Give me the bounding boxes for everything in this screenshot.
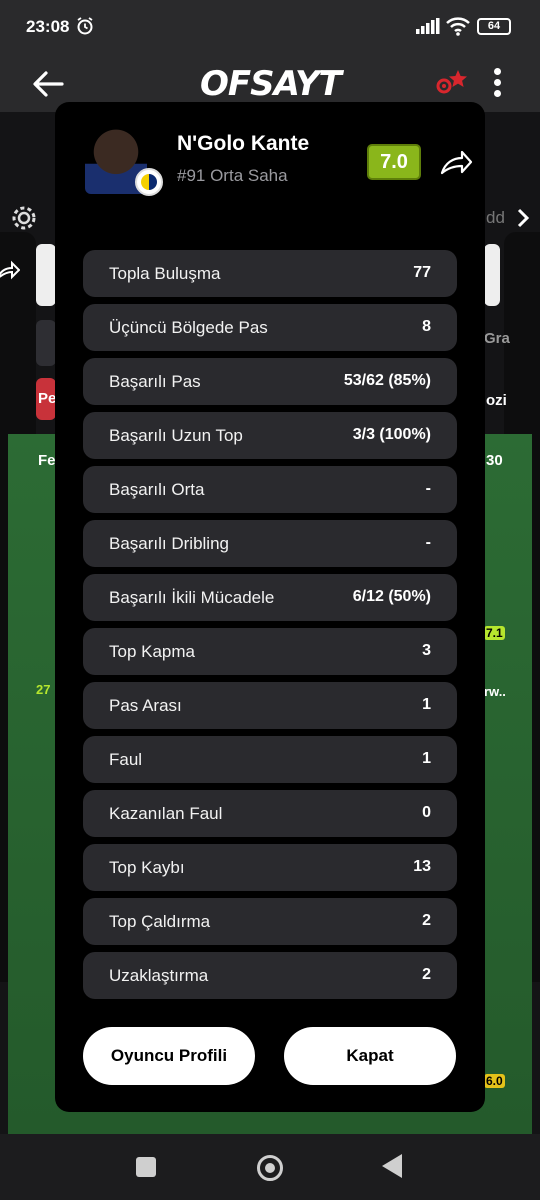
player-header: N'Golo Kante #91 Orta Saha 7.0 (85, 126, 473, 196)
stat-label: Üçüncü Bölgede Pas (109, 318, 268, 337)
player-rating-badge: 7.0 (367, 144, 421, 180)
bg-rating-badge: 7.1 (484, 626, 505, 640)
stat-label: Başarılı Uzun Top (109, 426, 243, 445)
bg-text: 27 (36, 682, 51, 697)
bg-text: rw.. (484, 684, 506, 699)
recents-icon[interactable] (136, 1157, 156, 1177)
stat-label: Başarılı Orta (109, 480, 205, 499)
stat-value: - (425, 534, 431, 551)
stat-row: Top Çaldırma 2 (83, 898, 457, 945)
stat-row: Top Kapma 3 (83, 628, 457, 675)
signal-icon (416, 18, 440, 34)
nav-back-icon[interactable] (382, 1154, 402, 1178)
app-logo: OFSAYT (200, 64, 342, 104)
status-time: 23:08 (26, 17, 70, 36)
bg-team-chip (36, 320, 56, 366)
alarm-icon (77, 17, 93, 35)
wifi-icon (446, 17, 470, 36)
stats-list: Topla Buluşma 77 Üçüncü Bölgede Pas 8 Başa… (83, 250, 457, 1006)
stat-value: 77 (413, 264, 431, 281)
home-icon[interactable] (257, 1155, 283, 1181)
club-badge-icon (135, 168, 163, 196)
stat-row: Başarılı Uzun Top 3/3 (100%) (83, 412, 457, 459)
stat-value: 8 (422, 318, 431, 335)
stat-value: - (425, 480, 431, 497)
favorite-settings-icon[interactable] (434, 68, 470, 96)
back-arrow-icon[interactable] (30, 66, 66, 102)
status-bar: 23:08 64 (0, 0, 540, 56)
more-menu-icon[interactable] (494, 68, 502, 98)
chevron-right-icon[interactable] (516, 208, 530, 228)
stat-value: 3/3 (100%) (352, 426, 431, 443)
stat-value: 53/62 (85%) (343, 372, 431, 389)
share-icon[interactable] (439, 146, 473, 180)
stat-row: Faul 1 (83, 736, 457, 783)
stat-row: Üçüncü Bölgede Pas 8 (83, 304, 457, 351)
stat-value: 3 (422, 642, 431, 659)
battery-indicator: 64 (477, 18, 511, 35)
stat-label: Top Kaybı (109, 858, 185, 877)
stat-row: Topla Buluşma 77 (83, 250, 457, 297)
bg-text: Fe (38, 452, 56, 469)
player-name: N'Golo Kante (177, 132, 310, 155)
system-nav-bar (0, 1134, 540, 1200)
stat-row: Başarılı Orta - (83, 466, 457, 513)
stat-label: Pas Arası (109, 696, 182, 715)
stat-row: Başarılı Dribling - (83, 520, 457, 567)
stat-row: Uzaklaştırma 2 (83, 952, 457, 999)
stat-value: 1 (422, 696, 431, 713)
close-button[interactable]: Kapat (284, 1027, 456, 1085)
stat-value: 0 (422, 804, 431, 821)
stat-value: 1 (422, 750, 431, 767)
gear-icon[interactable] (10, 204, 38, 232)
stat-row: Pas Arası 1 (83, 682, 457, 729)
bg-left-panel (36, 244, 56, 306)
stat-value: 2 (422, 966, 431, 983)
stat-label: Başarılı Pas (109, 372, 201, 391)
stat-label: Faul (109, 750, 143, 769)
share-icon[interactable] (0, 260, 20, 284)
player-profile-button[interactable]: Oyuncu Profili (83, 1027, 255, 1085)
bg-right-panel (484, 244, 500, 306)
stat-label: Başarılı İkili Mücadele (109, 588, 275, 607)
bg-text: 30 (486, 452, 503, 469)
player-info: #91 Orta Saha (177, 166, 288, 185)
stat-row: Başarılı İkili Mücadele 6/12 (50%) (83, 574, 457, 621)
stat-label: Topla Buluşma (109, 264, 221, 283)
stat-label: Top Kapma (109, 642, 195, 661)
stat-row: Kazanılan Faul 0 (83, 790, 457, 837)
stat-value: 2 (422, 912, 431, 929)
bg-text: dd (486, 208, 505, 227)
bg-rating-badge: 6.0 (484, 1074, 505, 1088)
bg-text: Pe (38, 390, 57, 407)
bg-text: Gra (484, 330, 510, 347)
bg-text: ozi (486, 392, 507, 409)
stat-label: Uzaklaştırma (109, 966, 209, 985)
stat-label: Başarılı Dribling (109, 534, 229, 553)
stat-row: Top Kaybı 13 (83, 844, 457, 891)
player-stats-modal: N'Golo Kante #91 Orta Saha 7.0 Topla Bul… (55, 102, 485, 1112)
stat-row: Başarılı Pas 53/62 (85%) (83, 358, 457, 405)
stat-value: 13 (413, 858, 431, 875)
stat-label: Kazanılan Faul (109, 804, 223, 823)
stat-value: 6/12 (50%) (352, 588, 431, 605)
stat-label: Top Çaldırma (109, 912, 211, 931)
